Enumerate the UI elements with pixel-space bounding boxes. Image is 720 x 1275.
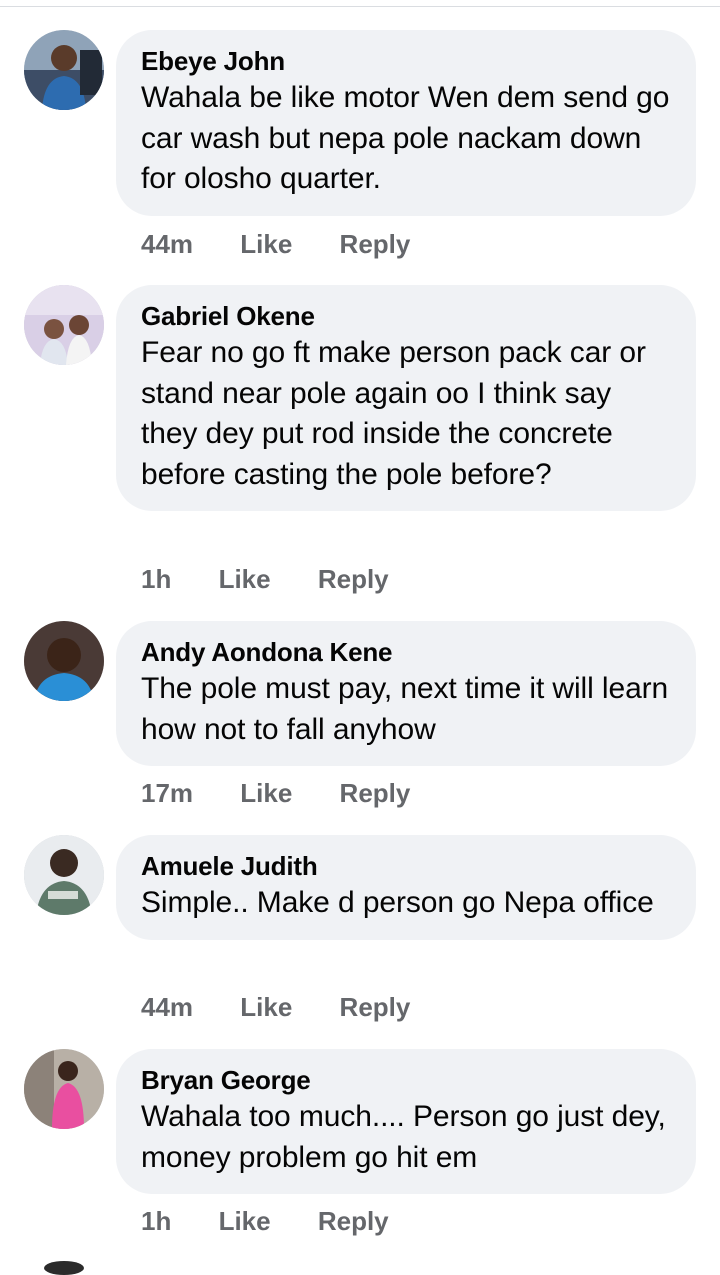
reply-button[interactable]: Reply	[340, 226, 411, 262]
comment-actions: 1h Like Reply	[141, 1203, 389, 1239]
avatar[interactable]	[24, 1049, 104, 1129]
comment-bubble: Amuele Judith Simple.. Make d person go …	[116, 835, 696, 940]
profile-photo-icon	[24, 285, 104, 365]
comment-author[interactable]: Bryan George	[141, 1063, 672, 1097]
avatar-peek	[44, 1261, 84, 1275]
reply-button[interactable]: Reply	[318, 1203, 389, 1239]
like-button[interactable]: Like	[219, 561, 271, 597]
reply-button[interactable]: Reply	[340, 989, 411, 1025]
comment-actions: 44m Like Reply	[141, 989, 410, 1025]
comment-text: Fear no go ft make person pack car or st…	[141, 336, 646, 491]
comment-time[interactable]: 1h	[141, 561, 171, 597]
like-button[interactable]: Like	[240, 226, 292, 262]
comment-bubble: Ebeye John Wahala be like motor Wen dem …	[116, 30, 696, 216]
like-button[interactable]: Like	[240, 989, 292, 1025]
comment-text: Wahala be like motor Wen dem send go car…	[141, 81, 670, 195]
like-button[interactable]: Like	[240, 775, 292, 811]
avatar[interactable]	[24, 835, 104, 915]
comment-time[interactable]: 44m	[141, 226, 193, 262]
top-divider	[0, 6, 720, 7]
profile-photo-icon	[24, 621, 104, 701]
profile-photo-icon	[24, 30, 104, 110]
comment-bubble: Bryan George Wahala too much.... Person …	[116, 1049, 696, 1194]
comment-actions: 44m Like Reply	[141, 226, 410, 262]
comment-author[interactable]: Andy Aondona Kene	[141, 635, 672, 669]
comment-text: Simple.. Make d person go Nepa office	[141, 886, 654, 919]
profile-photo-icon	[24, 1049, 104, 1129]
reply-button[interactable]: Reply	[340, 775, 411, 811]
comment-time[interactable]: 17m	[141, 775, 193, 811]
comment-actions: 1h Like Reply	[141, 561, 389, 597]
comment-author[interactable]: Gabriel Okene	[141, 299, 672, 333]
comment-author[interactable]: Amuele Judith	[141, 849, 672, 883]
reply-button[interactable]: Reply	[318, 561, 389, 597]
comment-actions: 17m Like Reply	[141, 775, 410, 811]
avatar[interactable]	[24, 285, 104, 365]
comment-bubble: Gabriel Okene Fear no go ft make person …	[116, 285, 696, 511]
avatar[interactable]	[24, 621, 104, 701]
like-button[interactable]: Like	[219, 1203, 271, 1239]
profile-photo-icon	[24, 835, 104, 915]
comment-text: The pole must pay, next time it will lea…	[141, 672, 669, 746]
comment-bubble: Andy Aondona Kene The pole must pay, nex…	[116, 621, 696, 766]
comment-time[interactable]: 44m	[141, 989, 193, 1025]
avatar[interactable]	[24, 30, 104, 110]
next-comment-peek	[0, 1258, 720, 1275]
comment-time[interactable]: 1h	[141, 1203, 171, 1239]
comment-author[interactable]: Ebeye John	[141, 44, 672, 78]
comment-text: Wahala too much.... Person go just dey, …	[141, 1100, 666, 1174]
